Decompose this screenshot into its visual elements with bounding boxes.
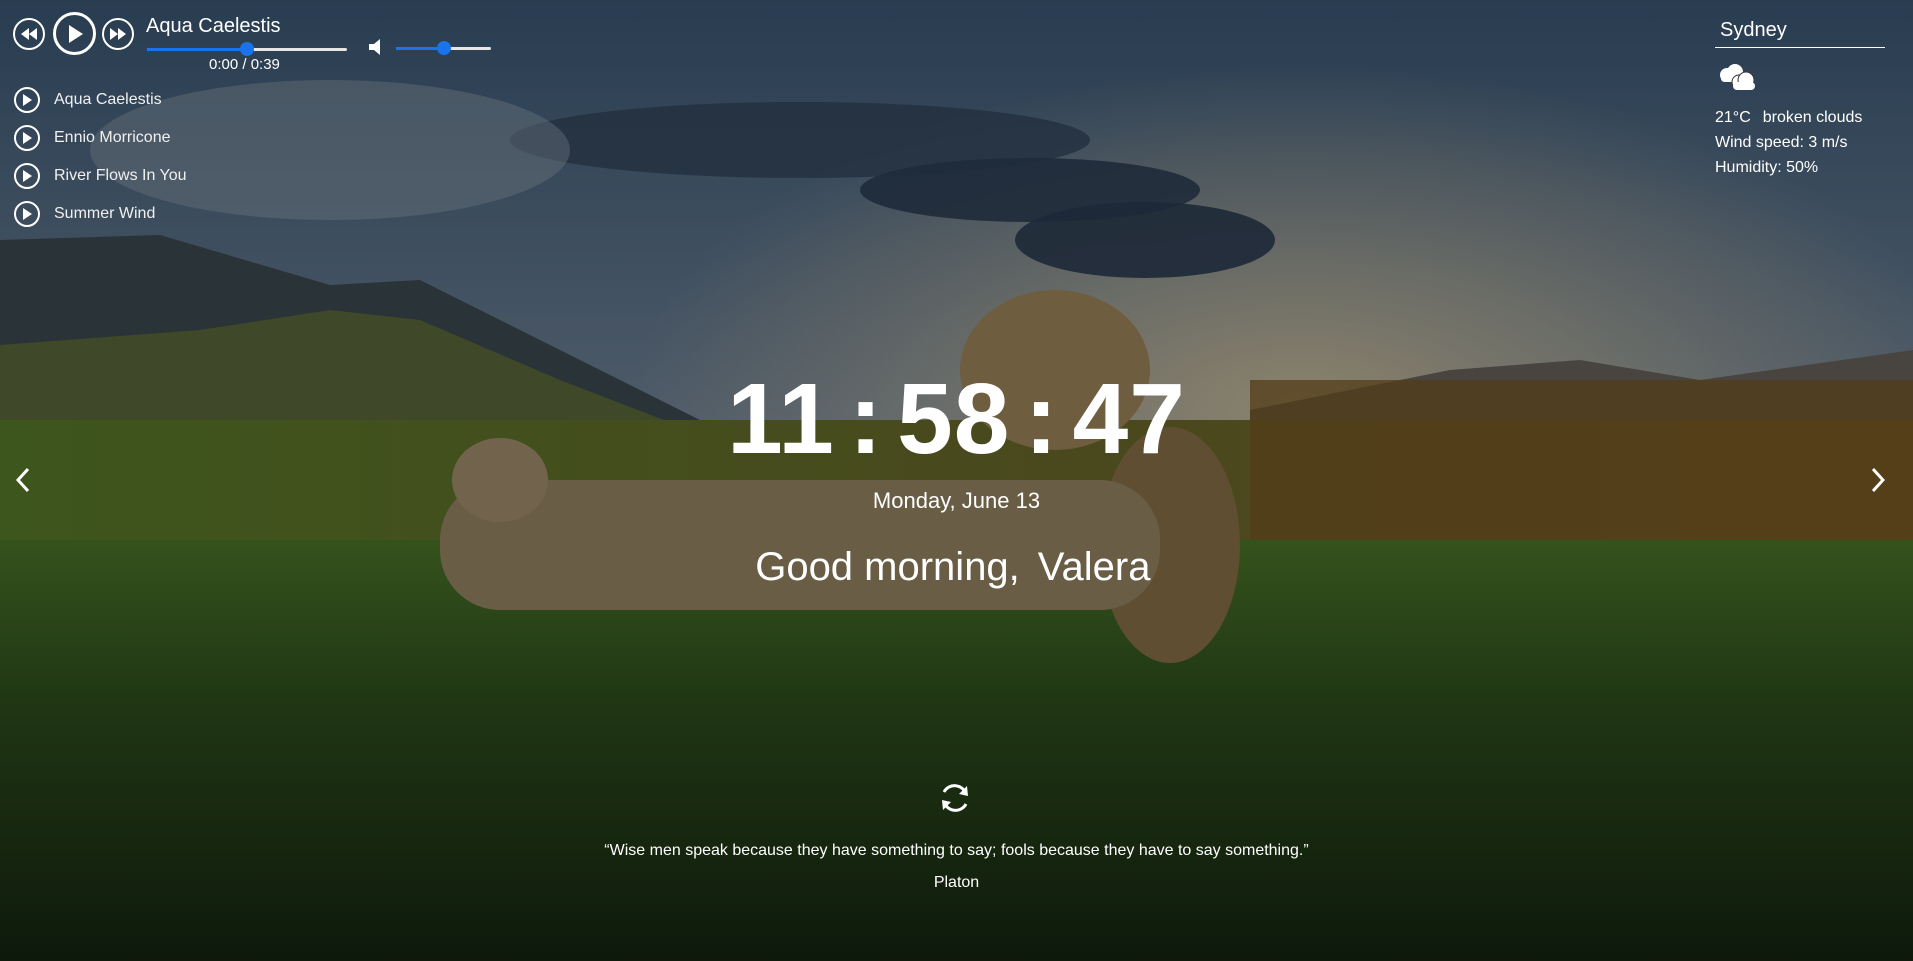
playlist-item-label: Summer Wind <box>54 205 156 222</box>
volume-thumb[interactable] <box>436 41 451 55</box>
date: Monday, June 13 <box>872 488 1041 513</box>
playlist-item[interactable]: River Flows In You <box>14 157 187 195</box>
progress-fill <box>147 48 247 51</box>
progress-bar[interactable] <box>147 42 347 56</box>
clock-seconds: 47 <box>1072 363 1186 475</box>
quote-text: “Wise men speak because they have someth… <box>604 842 1309 859</box>
current-track-title: Aqua Caelestis <box>146 15 281 37</box>
clock-hours: 11 <box>727 363 835 475</box>
broken-clouds-icon <box>1720 64 1755 90</box>
temperature: 21°C <box>1715 109 1751 126</box>
weather-summary: 21°C broken clouds <box>1715 109 1885 127</box>
prev-track-button[interactable] <box>13 18 45 50</box>
play-button[interactable] <box>53 12 96 55</box>
wind-speed: Wind speed: 3 m/s <box>1715 134 1848 151</box>
city-input[interactable] <box>1715 14 1885 48</box>
time-readout: 0:00 / 0:39 <box>209 56 280 73</box>
playlist-item-label: Ennio Morricone <box>54 129 171 146</box>
playlist-item[interactable]: Ennio Morricone <box>14 119 187 157</box>
quote-author: Platon <box>933 874 980 891</box>
play-icon <box>68 24 83 43</box>
refresh-icon[interactable] <box>937 780 973 816</box>
greeting: Good morning, <box>0 545 1913 590</box>
progress-thumb[interactable] <box>240 42 254 56</box>
weather-widget: 21°C broken clouds Wind speed: 3 m/s Humi… <box>1715 14 1885 177</box>
play-icon <box>14 125 40 151</box>
humidity: Humidity: 50% <box>1715 159 1819 176</box>
play-icon <box>14 87 40 113</box>
audio-player: Aqua Caelestis 0:00 / 0:39 <box>13 12 503 73</box>
name-input[interactable] <box>1037 545 1158 590</box>
speaker-icon[interactable] <box>367 36 389 58</box>
weather-description: broken clouds <box>1762 109 1863 126</box>
fast-forward-icon <box>110 28 126 40</box>
clock-minutes: 58 <box>897 363 1011 475</box>
clock-separator: : <box>848 363 884 475</box>
playlist-item[interactable]: Aqua Caelestis <box>14 81 187 119</box>
clock: 11:58:47 <box>0 362 1913 477</box>
clock-separator: : <box>1024 363 1059 475</box>
playlist: Aqua Caelestis Ennio Morricone River Flo… <box>14 81 187 233</box>
greeting-text: Good morning, <box>755 545 1020 589</box>
background-image <box>0 0 1913 961</box>
volume-slider[interactable] <box>396 41 491 55</box>
next-track-button[interactable] <box>102 18 134 50</box>
play-icon <box>14 201 40 227</box>
rewind-icon <box>21 28 37 40</box>
playlist-item-label: Aqua Caelestis <box>54 91 162 108</box>
play-icon <box>14 163 40 189</box>
playlist-item-label: River Flows In You <box>54 167 187 184</box>
playlist-item[interactable]: Summer Wind <box>14 195 187 233</box>
